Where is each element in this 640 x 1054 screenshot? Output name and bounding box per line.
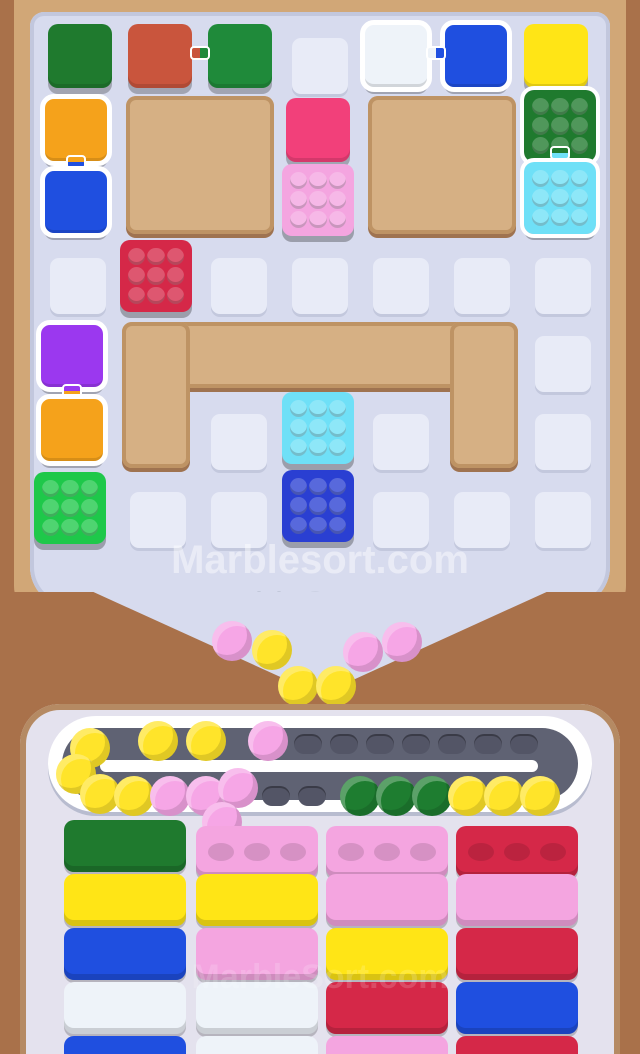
empty-slot	[292, 258, 348, 314]
watermark-text: Marblesort.com	[171, 538, 469, 582]
bin-column-3-slot[interactable]	[326, 1036, 448, 1054]
bin-column-2-slot[interactable]	[196, 874, 318, 926]
bin-column-3-slot[interactable]	[326, 874, 448, 926]
empty-slot	[373, 258, 429, 314]
empty-slot	[454, 258, 510, 314]
marble	[114, 776, 154, 816]
track-hole	[438, 734, 466, 754]
empty-slot	[535, 258, 591, 314]
marble	[343, 632, 383, 672]
marble-stack[interactable]	[282, 164, 354, 236]
tray-watermark: MarbleSort.com	[191, 958, 449, 996]
track-hole	[330, 734, 358, 754]
marble	[376, 776, 416, 816]
track-hole	[294, 734, 322, 754]
link-connector	[550, 146, 570, 160]
marble-stack[interactable]	[34, 472, 106, 544]
empty-slot	[50, 258, 106, 314]
track-hole	[262, 786, 290, 806]
empty-slot	[292, 38, 348, 94]
bin-column-1-slot[interactable]	[64, 1036, 186, 1054]
wood-obstacle	[368, 96, 516, 234]
color-block[interactable]	[524, 24, 588, 88]
wood-obstacle	[126, 96, 274, 234]
bin-column-4-slot[interactable]	[456, 826, 578, 878]
marble	[340, 776, 380, 816]
marble	[278, 666, 318, 706]
marble	[248, 721, 288, 761]
marble	[520, 776, 560, 816]
color-block[interactable]	[128, 24, 192, 88]
marble	[186, 721, 226, 761]
link-connector	[66, 155, 86, 169]
marble	[138, 721, 178, 761]
track-hole	[474, 734, 502, 754]
marble	[382, 622, 422, 662]
marble-stack[interactable]	[282, 392, 354, 464]
track-hole	[366, 734, 394, 754]
color-block[interactable]	[440, 20, 512, 92]
bin-column-3-slot[interactable]	[326, 826, 448, 878]
link-connector	[426, 46, 446, 60]
marble	[484, 776, 524, 816]
color-block[interactable]	[208, 24, 272, 88]
game-stage: Marblesort.com MarbleSort.com	[0, 0, 640, 1054]
wood-obstacle-leg	[450, 322, 518, 468]
bin-column-2-slot[interactable]	[196, 1036, 318, 1054]
bin-column-4-slot[interactable]	[456, 874, 578, 926]
color-block[interactable]	[40, 94, 112, 166]
empty-slot	[535, 414, 591, 470]
marble	[448, 776, 488, 816]
marble	[412, 776, 452, 816]
marble	[252, 630, 292, 670]
wood-obstacle-leg	[122, 322, 190, 468]
track-hole	[402, 734, 430, 754]
color-block[interactable]	[286, 98, 350, 162]
color-block[interactable]	[36, 320, 108, 392]
marble	[212, 621, 252, 661]
bin-column-1-slot[interactable]	[64, 820, 186, 872]
marble-stack[interactable]	[520, 158, 600, 238]
link-connector	[190, 46, 210, 60]
empty-slot	[211, 258, 267, 314]
bin-column-1-slot[interactable]	[64, 874, 186, 926]
marble	[316, 666, 356, 706]
track-hole	[510, 734, 538, 754]
track-hole	[298, 786, 326, 806]
bin-column-2-slot[interactable]	[196, 826, 318, 878]
empty-slot	[535, 336, 591, 392]
bin-column-4-slot[interactable]	[456, 1036, 578, 1054]
marble-stack[interactable]	[282, 470, 354, 542]
color-block[interactable]	[36, 394, 108, 466]
marble-stack[interactable]	[120, 240, 192, 312]
color-block[interactable]	[360, 20, 432, 92]
track-divider	[100, 760, 538, 772]
marble	[150, 776, 190, 816]
link-connector	[62, 384, 82, 398]
color-block[interactable]	[48, 24, 112, 88]
empty-slot	[373, 414, 429, 470]
color-block[interactable]	[40, 166, 112, 238]
empty-slot	[211, 414, 267, 470]
